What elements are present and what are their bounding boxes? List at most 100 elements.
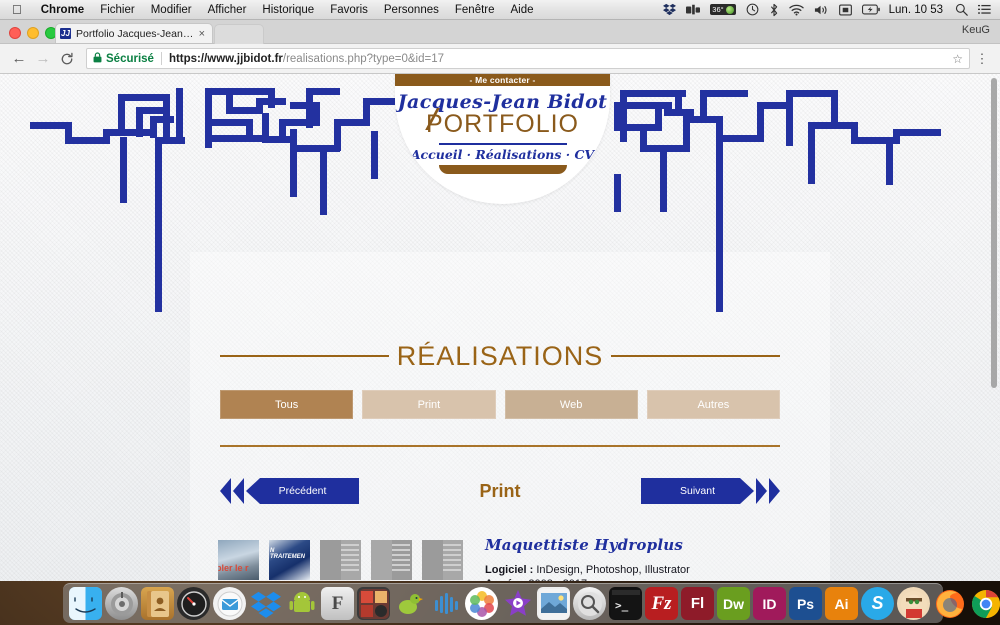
menu-item-chrome[interactable]: Chrome (33, 4, 92, 16)
lock-icon (93, 51, 102, 66)
forward-button[interactable]: → (32, 48, 54, 70)
browser-tab[interactable]: JJ Portfolio Jacques-Jean Bidot × (55, 23, 213, 43)
meta-key-logiciel: Logiciel : (485, 564, 534, 576)
meta-row-logiciel: Logiciel : InDesign, Photoshop, Illustra… (485, 563, 795, 577)
dock-item-bitdefender[interactable] (897, 587, 930, 620)
filter-tab-autres[interactable]: Autres (646, 390, 780, 419)
dock-item-preview[interactable] (537, 587, 570, 620)
dock-item-android-file-transfer[interactable] (285, 587, 318, 620)
dock-item-dashboard[interactable] (177, 587, 210, 620)
close-tab-icon[interactable]: × (196, 28, 208, 40)
spotlight-search-icon[interactable] (950, 3, 973, 16)
menu-item-fichier[interactable]: Fichier (92, 4, 143, 16)
filter-tab-web[interactable]: Web (504, 390, 638, 419)
dock-item-skype[interactable]: S (861, 587, 894, 620)
project-title: Maquettiste Hydroplus (485, 536, 683, 554)
menu-item-historique[interactable]: Historique (254, 4, 322, 16)
page-title-row: RÉALISATIONS (220, 339, 780, 373)
dock-item-illustrator[interactable]: Ai (825, 587, 858, 620)
thumbnail-4[interactable] (371, 540, 412, 580)
tab-favicon: JJ (60, 28, 71, 39)
scrollbar-thumb[interactable] (991, 78, 997, 388)
page-scrollbar[interactable] (990, 74, 999, 581)
dropbox-icon[interactable] (658, 3, 681, 16)
dock-label-flash: Fl (690, 595, 705, 612)
thumbnail-3[interactable] (320, 540, 361, 580)
dock-item-finder[interactable] (69, 587, 102, 620)
menu-item-afficher[interactable]: Afficher (200, 4, 255, 16)
back-button[interactable]: ← (8, 48, 30, 70)
dock-item-audacity[interactable] (429, 587, 462, 620)
new-tab-button[interactable] (214, 24, 264, 44)
category-filter-bar: Tous Print Web Autres (220, 390, 780, 419)
menu-item-favoris[interactable]: Favoris (322, 4, 376, 16)
dock-item-photoshop[interactable]: Ps (789, 587, 822, 620)
dock-label-photoshop: Ps (796, 595, 815, 612)
thumbnail-1[interactable] (218, 540, 259, 580)
chevron-right-icon-inner[interactable] (756, 478, 767, 504)
dock-item-photos[interactable] (465, 587, 498, 620)
apple-icon[interactable]:  (0, 3, 33, 16)
mac-dock: F >_ Fz Fl Dw ID Ps Ai S (63, 583, 1000, 623)
secure-label: Sécurisé (106, 52, 154, 65)
next-group[interactable]: Suivant (641, 478, 780, 504)
menu-item-personnes[interactable]: Personnes (376, 4, 447, 16)
dock-item-imovie[interactable] (501, 587, 534, 620)
dock-item-terminal[interactable]: >_ (609, 587, 642, 620)
window-traffic-lights (9, 27, 57, 39)
desktop-screen:  Chrome Fichier Modifier Afficher Histo… (0, 0, 1000, 625)
volume-icon[interactable] (809, 4, 834, 16)
temperature-icon[interactable]: 36° (705, 4, 740, 15)
menu-item-fenetre[interactable]: Fenêtre (447, 4, 503, 16)
time-machine-icon[interactable] (741, 3, 764, 16)
thumbnail-2[interactable] (269, 540, 310, 580)
close-window-button[interactable] (9, 27, 21, 39)
chrome-tab-strip: JJ Portfolio Jacques-Jean Bidot × KeuG (0, 20, 1000, 44)
dock-item-dropbox[interactable] (249, 587, 282, 620)
section-divider (220, 445, 780, 447)
dock-item-airmail[interactable] (213, 587, 246, 620)
minimize-window-button[interactable] (27, 27, 39, 39)
battery-icon[interactable] (857, 4, 885, 15)
address-bar[interactable]: Sécurisé https://www.jjbidot.fr/realisat… (86, 48, 970, 69)
meta-row-annee: Année : 2008 - 2017 (485, 577, 795, 581)
profile-name-button[interactable]: KeuG (962, 24, 990, 36)
dock-item-contacts[interactable] (141, 587, 174, 620)
thumbnail-5[interactable] (422, 540, 463, 580)
display-icon[interactable] (834, 4, 857, 16)
dock-item-flash[interactable]: Fl (681, 587, 714, 620)
mac-menu-bar:  Chrome Fichier Modifier Afficher Histo… (0, 0, 1000, 20)
wifi-icon[interactable] (784, 4, 809, 16)
dock-item-cyberduck[interactable] (393, 587, 426, 620)
dock-item-photobooth[interactable] (357, 587, 390, 620)
chevron-right-icon-outer[interactable] (769, 478, 780, 504)
bartender-icon[interactable] (681, 4, 705, 16)
reload-icon[interactable] (56, 48, 78, 70)
menu-item-modifier[interactable]: Modifier (143, 4, 200, 16)
project-pager: Précédent Print Suivant (220, 478, 780, 504)
filter-tab-tous[interactable]: Tous (220, 390, 354, 419)
notification-center-icon[interactable] (973, 4, 1000, 15)
chrome-menu-icon[interactable]: ⋮ (972, 51, 992, 67)
dock-label-fontexplorer: F (331, 592, 344, 614)
menu-item-aide[interactable]: Aide (503, 4, 542, 16)
logo-divider (438, 143, 567, 145)
page-title: RÉALISATIONS (396, 340, 604, 371)
site-nav-links[interactable]: Accueil · Réalisations · CV (395, 147, 610, 162)
dock-item-indesign[interactable]: ID (753, 587, 786, 620)
dock-item-chrome[interactable] (969, 587, 1000, 620)
filter-tab-print[interactable]: Print (362, 390, 496, 419)
dock-label-filezilla: Fz (651, 592, 672, 614)
menu-bar-clock[interactable]: Lun. 10 53 (885, 4, 950, 16)
dock-item-firefox[interactable] (933, 587, 966, 620)
contact-link[interactable]: - Me contacter - (395, 74, 610, 86)
dock-item-fontexplorer[interactable]: F (321, 587, 354, 620)
bookmark-star-icon[interactable]: ☆ (952, 52, 963, 66)
next-button[interactable]: Suivant (641, 478, 754, 504)
title-rule-left (220, 355, 389, 357)
dock-item-quicklook[interactable] (573, 587, 606, 620)
dock-item-system-preferences[interactable] (105, 587, 138, 620)
bluetooth-icon[interactable] (764, 3, 784, 17)
dock-item-dreamweaver[interactable]: Dw (717, 587, 750, 620)
dock-item-filezilla[interactable]: Fz (645, 587, 678, 620)
